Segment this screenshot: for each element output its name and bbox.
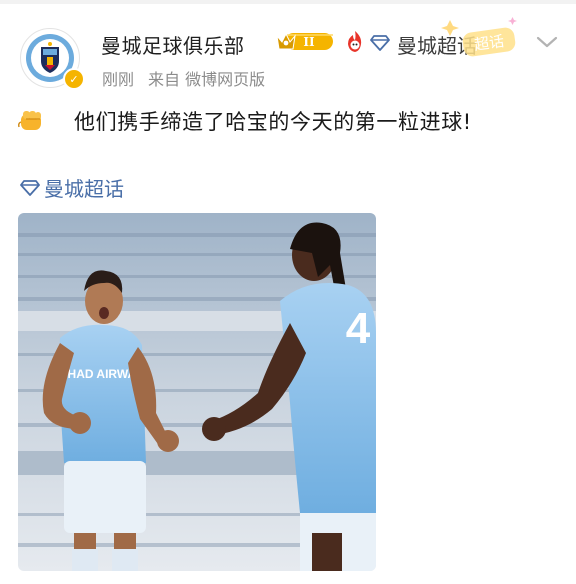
chaohua-sticker: 超话: [441, 16, 525, 58]
topic-link-label: 曼城超话: [44, 177, 124, 201]
top-divider: [0, 0, 576, 4]
post-text: 他们携手缔造了哈宝的今天的第一粒进球!: [74, 110, 472, 134]
diamond-icon: [20, 179, 40, 196]
fire-mascot-icon[interactable]: [344, 30, 366, 54]
jersey-number: 4: [346, 304, 371, 353]
chevron-down-icon[interactable]: [536, 33, 558, 51]
topic-link[interactable]: 曼城超话: [20, 173, 124, 202]
verified-badge-icon: ✓: [63, 68, 85, 90]
post-source: 来自 微博网页版: [148, 70, 266, 89]
diamond-icon: [370, 35, 390, 51]
crown-level-badge-icon[interactable]: II: [275, 30, 335, 53]
level-badge-text: II: [303, 35, 315, 49]
photo-icon: ETIHAD AIRWAYS 4: [18, 213, 376, 571]
author-name[interactable]: 曼城足球俱乐部: [101, 30, 245, 59]
fist-bump-icon: [18, 108, 46, 134]
post-meta: 刚刚 来自 微博网页版: [102, 66, 279, 90]
post-photo[interactable]: ETIHAD AIRWAYS 4: [18, 213, 376, 571]
post-time: 刚刚: [102, 70, 135, 89]
